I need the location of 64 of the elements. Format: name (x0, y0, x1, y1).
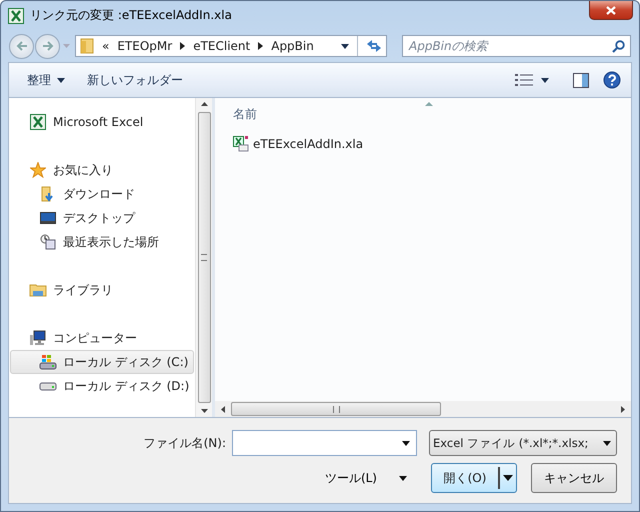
scrollbar-thumb[interactable] (231, 402, 441, 416)
organize-menu-button[interactable]: 整理 (23, 70, 69, 90)
column-header[interactable]: 名前 (233, 106, 257, 122)
scroll-right-icon[interactable] (621, 406, 625, 412)
file-name-field[interactable] (232, 430, 417, 456)
file-name-label: ファイル名(N): (144, 434, 226, 452)
caret-icon[interactable] (503, 475, 513, 481)
new-folder-button[interactable]: 新しいフォルダー (83, 70, 187, 90)
caret-icon (57, 78, 65, 82)
search-field[interactable]: AppBinの検索 (402, 35, 631, 57)
caret-icon (603, 440, 611, 446)
navigation-item[interactable]: お気に入り (10, 158, 194, 182)
navigation-item[interactable]: デスクトップ (10, 206, 194, 230)
excel-icon (8, 8, 24, 24)
breadcrumb-item[interactable]: eTEClient (193, 39, 250, 53)
help-icon[interactable] (603, 71, 621, 89)
close-icon (606, 6, 616, 14)
recent-icon (39, 234, 57, 250)
sort-arrow-icon (425, 102, 433, 106)
cancel-button[interactable]: キャンセル (531, 463, 617, 493)
drive-icon (39, 381, 57, 391)
navigation-item[interactable]: Microsoft Excel (10, 110, 194, 134)
star-icon (29, 162, 47, 178)
computer-icon (29, 330, 47, 346)
scroll-left-icon[interactable] (221, 406, 225, 412)
navigation-item[interactable]: コンピューター (10, 326, 194, 350)
library-icon (29, 283, 47, 297)
scrollbar-thumb[interactable] (198, 112, 210, 404)
view-list-icon[interactable] (515, 73, 533, 87)
scroll-up-icon[interactable] (200, 102, 208, 106)
caret-icon[interactable] (541, 78, 549, 82)
close-button[interactable] (589, 1, 633, 20)
navigation-item[interactable]: ライブラリ (10, 278, 194, 302)
preview-pane-icon[interactable] (573, 72, 589, 88)
navigation-item[interactable]: ローカル ディスク (C:) (10, 350, 194, 374)
window-title: リンク元の変更 :eTEExcelAddIn.xla (30, 7, 232, 24)
refresh-icon[interactable] (366, 39, 382, 53)
breadcrumb-arrow-icon[interactable] (180, 42, 186, 50)
breadcrumb-arrow-icon[interactable] (258, 42, 264, 50)
desktop-icon (39, 211, 57, 225)
folder-icon (80, 38, 94, 54)
vertical-scrollbar[interactable] (195, 98, 212, 417)
caret-icon[interactable] (402, 441, 410, 446)
address-bar[interactable]: « ETEOpMr eTEClient AppBin (75, 35, 387, 57)
breadcrumb-item[interactable]: AppBin (271, 39, 314, 53)
overflow-chevron[interactable]: « (102, 39, 110, 53)
navigation-item[interactable]: ローカル ディスク (D:) (10, 374, 194, 398)
excel-addin-icon (233, 136, 249, 152)
breadcrumb-item[interactable]: ETEOpMr (117, 39, 172, 53)
caret-icon (399, 476, 407, 480)
back-arrow-icon (14, 40, 28, 52)
scroll-down-icon[interactable] (200, 409, 208, 413)
file-type-dropdown[interactable]: Excel ファイル (*.xl*;*.xlsx; (429, 430, 617, 456)
system-drive-icon (39, 354, 57, 370)
forward-arrow-icon (40, 40, 54, 52)
navigation-item[interactable]: 最近表示した場所 (10, 230, 194, 254)
excel-icon (29, 114, 47, 130)
file-item[interactable]: eTEExcelAddIn.xla (233, 136, 364, 152)
horizontal-scrollbar[interactable] (215, 401, 631, 417)
search-icon[interactable] (612, 40, 625, 53)
caret-icon[interactable] (341, 44, 349, 48)
tools-menu-button[interactable]: ツール(L) (318, 468, 413, 488)
open-split-button[interactable]: 開く(O) (431, 463, 517, 493)
navigation-item[interactable]: ダウンロード (10, 182, 194, 206)
